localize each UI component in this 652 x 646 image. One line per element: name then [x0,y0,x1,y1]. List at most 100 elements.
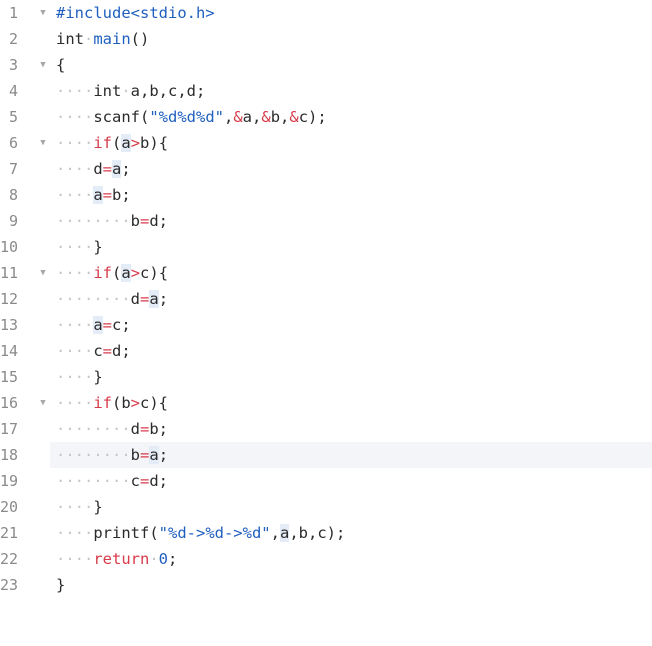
code-line[interactable]: 11 ▼ ····if(a>c){ [0,260,652,286]
code-line[interactable]: 18 ········b=a; [0,442,652,468]
code-editor[interactable]: 1 ▼ #include<stdio.h> 2 int·main() 3 ▼{4 ····in… [0,0,652,646]
code-token: printf( [93,524,159,542]
code-token: } [93,368,103,386]
line-number: 14 [0,342,19,360]
code-token: } [93,238,103,256]
code-text: ········c=d; [56,468,168,494]
whitespace-marker: ···· [56,524,94,542]
line-number: 22 [0,550,19,568]
code-line[interactable]: 23} [0,572,652,598]
code-token: if [93,264,112,282]
code-token: ; [121,160,131,178]
code-token: , [223,108,234,126]
code-text: { [56,52,65,78]
code-line[interactable]: 22 ····return·0; [0,546,652,572]
code-token: "%d->%d->%d" [158,524,271,542]
code-text: ········b=d; [56,208,168,234]
code-text: ····if(a>b){ [56,130,168,156]
code-line[interactable]: 16 ▼ ····if(b>c){ [0,390,652,416]
line-number: 21 [0,524,19,542]
code-text: ········b=a; [56,442,168,468]
whitespace-marker: ···· [56,264,94,282]
code-token: d [130,420,140,438]
code-line[interactable]: 20 ····} [0,494,652,520]
whitespace-marker: ···· [56,160,94,178]
line-number: 1 [8,4,18,22]
code-token: ( [112,134,122,152]
code-line[interactable]: 3 ▼ { [0,52,652,78]
whitespace-marker: ········ [56,446,131,464]
line-number: 2 [8,30,18,48]
code-line[interactable]: 14 ····c=d; [0,338,652,364]
code-token: c){ [140,394,169,412]
code-token: c){ [140,264,169,282]
code-token: int [56,30,84,48]
whitespace-marker: · [121,82,131,100]
fold-chevron-icon[interactable]: ▼ [38,130,48,156]
line-number: 5 [8,108,18,126]
line-number: 13 [0,316,19,334]
code-line[interactable]: 19 ········c=d; [0,468,652,494]
fold-chevron-icon[interactable]: ▼ [38,0,48,26]
fold-chevron-icon[interactable]: ▼ [38,52,48,78]
code-token: () [130,30,150,48]
code-line[interactable]: 2 int·main() [0,26,652,52]
code-line[interactable]: 4 ····int·a,b,c,d; [0,78,652,104]
code-token: c); [298,108,327,126]
code-token: > [130,394,141,412]
code-token: a [149,446,159,464]
code-token: a, [242,108,262,126]
code-text: ····} [56,494,103,520]
code-token: d; [112,342,131,360]
code-text: #include<stdio.h> [56,0,215,26]
code-line[interactable]: 21 ····printf("%d->%d->%d",a,b,c); [0,520,652,546]
whitespace-marker: · [84,30,94,48]
line-number: 19 [0,472,19,490]
code-text: ········d=a; [56,286,168,312]
code-text: int·main() [56,26,149,52]
code-line[interactable]: 13 ····a=c; [0,312,652,338]
code-token: = [102,160,113,178]
code-line[interactable]: 9 ········b=d; [0,208,652,234]
line-number: 11 [0,264,19,282]
code-line[interactable]: 8 ····a=b; [0,182,652,208]
code-token: a [112,160,122,178]
fold-chevron-icon[interactable]: ▼ [38,260,48,286]
code-line[interactable]: 5 ····scanf("%d%d%d",&a,&b,&c); [0,104,652,130]
code-line[interactable]: 1 ▼ #include<stdio.h> [0,0,652,26]
code-token: = [102,316,113,334]
whitespace-marker: ········ [56,290,131,308]
code-line[interactable]: 7 ····d=a; [0,156,652,182]
code-token: a [93,316,103,334]
code-line[interactable]: 17 ········d=b; [0,416,652,442]
code-token: a [149,290,159,308]
code-token: int [93,82,122,100]
line-number: 17 [0,420,19,438]
code-line[interactable]: 15 ····} [0,364,652,390]
code-line[interactable]: 10 ····} [0,234,652,260]
line-number: 20 [0,498,19,516]
line-number: 23 [0,576,19,594]
line-number: 6 [8,134,18,152]
code-token: , [270,524,280,542]
whitespace-marker: ········ [56,212,131,230]
code-token: ( [112,264,122,282]
line-number: 9 [8,212,18,230]
code-line[interactable]: 12 ········d=a; [0,286,652,312]
whitespace-marker: ···· [56,186,94,204]
code-token: ,b,c); [289,524,346,542]
code-text: ····if(b>c){ [56,390,168,416]
code-token: & [261,108,271,126]
code-token: a,b,c,d; [130,82,206,100]
whitespace-marker: ···· [56,134,94,152]
code-line[interactable]: 6 ▼ ····if(a>b){ [0,130,652,156]
line-number: 15 [0,368,19,386]
code-text: ····int·a,b,c,d; [56,78,205,104]
code-token: = [140,420,150,438]
code-token: main [93,30,131,48]
code-token: > [130,264,141,282]
code-token: b [130,212,140,230]
whitespace-marker: ···· [56,238,94,256]
fold-chevron-icon[interactable]: ▼ [38,390,48,416]
code-token: b, [270,108,290,126]
